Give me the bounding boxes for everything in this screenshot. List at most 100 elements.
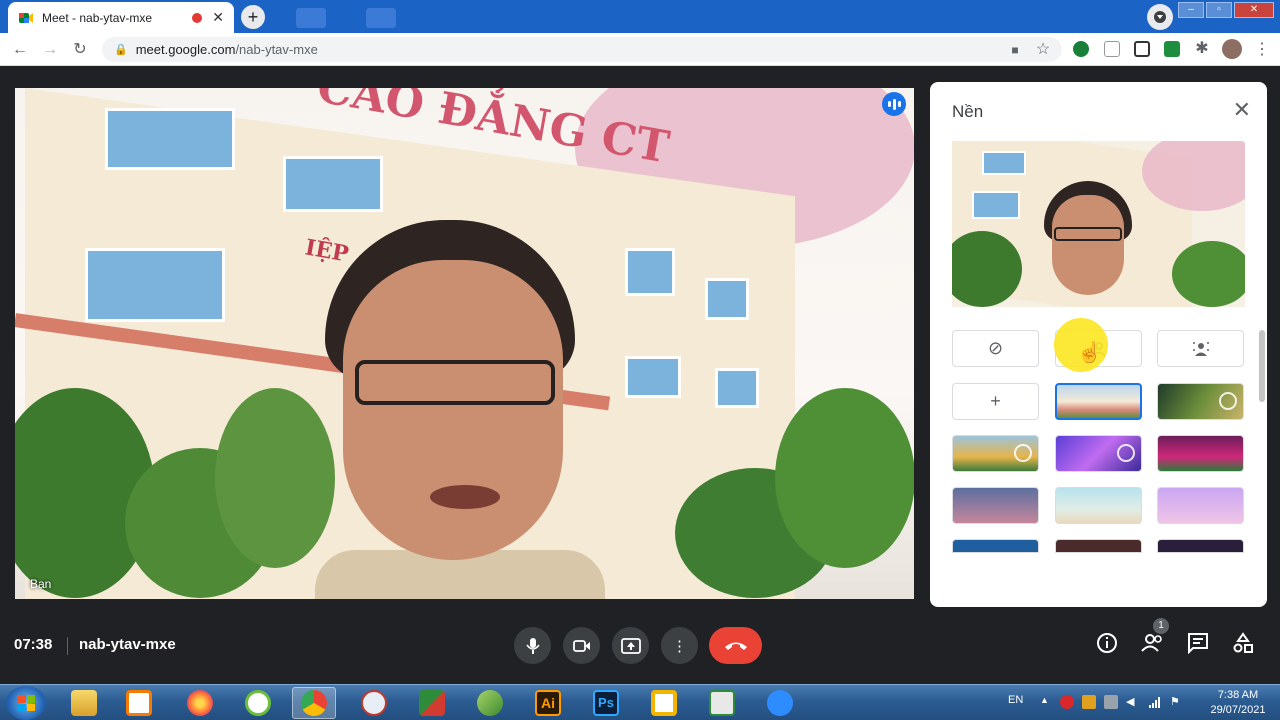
blur-tile[interactable] [1157,330,1244,367]
background-tile-party[interactable] [1157,435,1244,472]
minimize-button[interactable]: – [1178,2,1204,18]
meeting-code: nab-ytav-mxe [79,636,176,653]
taskbar-zoom[interactable] [758,687,802,719]
extension-table-icon[interactable] [1134,41,1150,57]
back-arrow-icon[interactable]: ← [10,40,30,60]
taskbar-chrome[interactable] [292,687,336,719]
chat-icon[interactable] [1185,632,1211,658]
browser-tab-meet[interactable]: Meet - nab-ytav-mxe ✕ [8,2,234,33]
window-controls: – ▫ ✕ [1178,2,1274,18]
background-tile-space[interactable] [1055,539,1142,553]
address-bar[interactable]: 🔒 meet.google.com/nab-ytav-mxe [102,37,1062,62]
taskbar-illustrator[interactable]: Ai [526,687,570,719]
language-indicator[interactable]: EN [1008,694,1023,706]
recording-indicator-icon [192,12,203,23]
taskbar-snipping-tool[interactable] [352,687,396,719]
taskbar-app-green[interactable] [236,687,280,719]
camera-button[interactable] [563,627,600,664]
no-effect-tile[interactable]: ⊘ [952,330,1039,367]
taskbar-photoshop[interactable]: Ps [584,687,628,719]
snipping-tool-icon [361,690,387,716]
background-tile-sunset[interactable] [952,487,1039,524]
palm-tree [1172,241,1245,307]
taskbar-firefox[interactable] [178,687,222,719]
background-tile-clouds[interactable] [1157,487,1244,524]
taskbar-explorer[interactable] [62,687,106,719]
background-tile-fireworks[interactable] [1157,539,1244,553]
present-screen-button[interactable] [612,627,649,664]
desktop-ghost-icon [366,8,396,28]
start-button[interactable] [6,686,46,720]
clock-time: 7:38 AM [1217,689,1259,701]
lock-icon: 🔒 [114,44,128,56]
more-options-button[interactable]: ⋮ [661,627,698,664]
self-video-tile[interactable]: CAO ĐẲNG CT IỆP Bạn [15,88,914,599]
media-player-icon [126,690,152,716]
microphone-button[interactable] [514,627,551,664]
taskbar-app-frame[interactable] [642,687,686,719]
bookmark-star-icon[interactable]: ☆ [1033,40,1053,60]
background-tile-classroom[interactable] [952,435,1039,472]
frame-app-icon [651,690,677,716]
new-tab-button[interactable]: + [241,5,265,29]
meeting-details-info-icon[interactable] [1094,632,1120,658]
glasses [355,360,555,405]
participants-icon[interactable] [1140,632,1166,658]
meet-stage: CAO ĐẲNG CT IỆP Bạn Nền ✕ ⊘ + [0,66,1280,684]
background-tile-ocean[interactable] [952,539,1039,553]
volume-icon[interactable]: ◀ [1126,695,1140,709]
browser-toolbar: ← → ↻ 🔒 meet.google.com/nab-ytav-mxe ■ ☆… [0,33,1280,66]
building-window [625,248,675,296]
action-center-flag-icon[interactable]: ⚑ [1170,695,1184,709]
taskbar-app-red-green[interactable] [410,687,454,719]
taskbar-app-leaf[interactable] [468,687,512,719]
tab-close-button[interactable]: ✕ [212,9,224,26]
background-preview [952,141,1245,307]
chrome-icon [301,690,327,716]
extension-sheets-icon[interactable] [1164,41,1180,57]
extensions-puzzle-icon[interactable]: ✱ [1192,39,1212,59]
end-call-button[interactable] [709,627,762,664]
taskbar-clock[interactable]: 7:38 AM 29/07/2021 [1203,688,1273,718]
add-background-tile[interactable]: + [952,383,1039,420]
maximize-button[interactable]: ▫ [1206,2,1232,18]
forward-arrow-icon[interactable]: → [40,40,60,60]
show-hidden-icons-icon[interactable]: ▲ [1040,695,1054,709]
taskbar-media-player[interactable] [117,687,161,719]
keyboard-app-icon [709,690,735,716]
zoom-icon [767,690,793,716]
tray-app-red-icon[interactable] [1060,695,1074,709]
illustrator-icon: Ai [535,690,561,716]
divider [67,637,68,655]
chrome-profile-menu-icon[interactable] [1147,4,1173,30]
extension-shield-icon[interactable] [1073,41,1089,57]
url-host: meet.google.com [135,42,236,57]
tray-app-gray-icon[interactable] [1104,695,1118,709]
extension-grid-icon[interactable] [1104,41,1120,57]
camera-icon [572,639,590,652]
windows-taskbar: Ai Ps EN ▲ ◀ ⚑ 7:38 AM 29/07/2021 [0,684,1280,720]
folder-icon [71,690,97,716]
desktop-ghost-icon [296,8,326,28]
window-close-button[interactable]: ✕ [1234,2,1274,18]
speaking-indicator-icon [882,92,906,116]
camera-in-use-icon[interactable]: ■ [1005,40,1025,60]
network-icon[interactable] [1148,695,1162,709]
profile-avatar[interactable] [1222,39,1242,59]
building-window [625,356,681,398]
activities-icon[interactable] [1230,632,1256,658]
blur-icon [1192,341,1209,356]
panel-close-button[interactable]: ✕ [1233,99,1251,121]
reload-icon[interactable]: ↻ [70,40,90,60]
chrome-menu-icon[interactable]: ⋮ [1252,40,1272,60]
animated-play-icon [1014,444,1032,462]
background-tile-forest[interactable] [1157,383,1244,420]
taskbar-app-keyboard[interactable] [700,687,744,719]
tray-app-orange-icon[interactable] [1082,695,1096,709]
panel-scrollbar[interactable] [1259,330,1265,402]
red-green-app-icon [419,690,445,716]
background-tile-purple-room[interactable] [1055,435,1142,472]
background-tile-college[interactable] [1055,383,1142,420]
microphone-icon [525,637,540,654]
background-tile-beach[interactable] [1055,487,1142,524]
